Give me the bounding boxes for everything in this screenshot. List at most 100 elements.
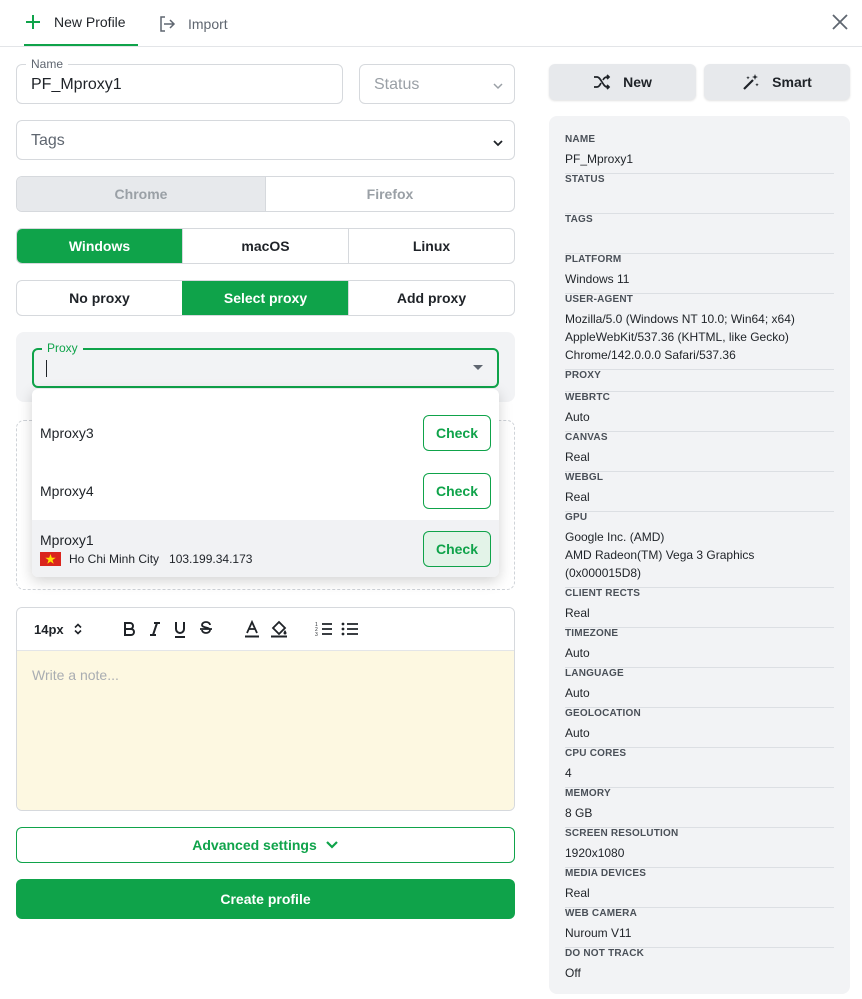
caret-down-icon[interactable] bbox=[473, 365, 483, 370]
strikethrough-icon[interactable] bbox=[198, 620, 214, 638]
note-placeholder: Write a note... bbox=[32, 667, 119, 683]
create-profile-label: Create profile bbox=[220, 891, 311, 907]
underline-icon[interactable] bbox=[172, 620, 188, 638]
import-icon bbox=[158, 15, 176, 33]
smart-button-label: Smart bbox=[772, 74, 812, 90]
summary-row-do-not-track: DO NOT TRACK Off bbox=[565, 948, 834, 988]
summary-key: STATUS bbox=[565, 174, 605, 185]
name-label: Name bbox=[26, 57, 69, 71]
summary-key: PLATFORM bbox=[565, 254, 622, 265]
name-field[interactable]: Name PF_Mproxy1 bbox=[16, 57, 343, 104]
summary-value: Auto bbox=[565, 686, 590, 700]
note-textarea[interactable]: Write a note... bbox=[17, 651, 514, 810]
summary-value: Real bbox=[565, 450, 590, 464]
summary-value: Real bbox=[565, 490, 590, 504]
os-option-macos[interactable]: macOS bbox=[182, 229, 348, 263]
italic-icon[interactable] bbox=[147, 620, 163, 638]
status-placeholder: Status bbox=[374, 76, 420, 93]
summary-key: WEBRTC bbox=[565, 392, 611, 403]
proxy-option-ip: 103.199.34.173 bbox=[169, 552, 253, 566]
tab-import[interactable]: Import bbox=[158, 0, 228, 47]
text-cursor bbox=[46, 360, 47, 377]
font-size-select[interactable]: 14px bbox=[34, 620, 82, 638]
proxy-option-name: Mproxy3 bbox=[40, 425, 94, 441]
summary-key: LANGUAGE bbox=[565, 668, 624, 679]
os-selector: Windows macOS Linux bbox=[16, 228, 515, 264]
highlight-color-icon[interactable] bbox=[269, 620, 289, 638]
top-bar: New Profile Import bbox=[0, 0, 862, 47]
summary-row-tags: TAGS bbox=[565, 214, 834, 254]
check-proxy-button[interactable]: Check bbox=[423, 415, 491, 451]
magic-wand-icon bbox=[743, 74, 759, 90]
summary-value: PF_Mproxy1 bbox=[565, 152, 634, 166]
proxy-option[interactable]: Mproxy1 Ho Chi Minh City 103.199.34.173 … bbox=[32, 520, 499, 577]
tags-select[interactable]: Tags bbox=[16, 120, 515, 160]
text-color-icon[interactable] bbox=[243, 620, 261, 638]
proxy-option[interactable]: Mproxy3 Check bbox=[32, 404, 499, 462]
proxy-option-location: Ho Chi Minh City 103.199.34.173 bbox=[40, 552, 252, 566]
summary-key: PROXY bbox=[565, 370, 602, 381]
summary-key: TIMEZONE bbox=[565, 628, 619, 639]
proxy-mode-select-proxy[interactable]: Select proxy bbox=[182, 281, 348, 315]
tab-new-profile[interactable]: New Profile bbox=[24, 0, 138, 46]
smart-fingerprint-button[interactable]: Smart bbox=[704, 64, 850, 100]
create-profile-button[interactable]: Create profile bbox=[16, 879, 515, 919]
proxy-option-name: Mproxy4 bbox=[40, 483, 94, 499]
summary-row-client-rects: CLIENT RECTS Real bbox=[565, 588, 834, 628]
summary-value: Auto bbox=[565, 726, 590, 740]
summary-value: Google Inc. (AMD) AMD Radeon(TM) Vega 3 … bbox=[565, 530, 755, 580]
bullet-list-icon[interactable] bbox=[341, 620, 359, 638]
summary-key: CLIENT RECTS bbox=[565, 588, 641, 599]
os-option-linux[interactable]: Linux bbox=[348, 229, 514, 263]
summary-value: Windows 11 bbox=[565, 272, 630, 286]
proxy-option-name: Mproxy1 bbox=[40, 532, 94, 548]
tab-new-profile-label: New Profile bbox=[54, 14, 126, 30]
proxy-option[interactable]: Mproxy4 Check bbox=[32, 462, 499, 520]
note-editor: 14px 123 Write a note... bbox=[16, 607, 515, 811]
advanced-settings-button[interactable]: Advanced settings bbox=[16, 827, 515, 863]
proxy-mode-no-proxy[interactable]: No proxy bbox=[17, 281, 182, 315]
summary-row-canvas: CANVAS Real bbox=[565, 432, 834, 472]
summary-value: Auto bbox=[565, 410, 590, 424]
name-value: PF_Mproxy1 bbox=[31, 76, 122, 93]
bold-icon[interactable] bbox=[121, 620, 137, 638]
summary-key: GPU bbox=[565, 512, 588, 523]
status-select[interactable]: Status bbox=[359, 64, 515, 104]
check-proxy-button[interactable]: Check bbox=[423, 531, 491, 567]
advanced-settings-label: Advanced settings bbox=[192, 837, 317, 853]
summary-value: 8 GB bbox=[565, 806, 593, 820]
close-icon[interactable] bbox=[830, 12, 850, 32]
check-proxy-button[interactable]: Check bbox=[423, 473, 491, 509]
summary-value: Nuroum V11 bbox=[565, 926, 632, 940]
summary-row-media-devices: MEDIA DEVICES Real bbox=[565, 868, 834, 908]
summary-row-cpu-cores: CPU CORES 4 bbox=[565, 748, 834, 788]
summary-row-gpu: GPU Google Inc. (AMD) AMD Radeon(TM) Veg… bbox=[565, 512, 834, 588]
summary-row-webrtc: WEBRTC Auto bbox=[565, 392, 834, 432]
summary-value: Off bbox=[565, 966, 581, 980]
new-button-label: New bbox=[623, 74, 652, 90]
new-fingerprint-button[interactable]: New bbox=[549, 64, 696, 100]
proxy-option-city: Ho Chi Minh City bbox=[69, 552, 160, 566]
summary-key: WEBGL bbox=[565, 472, 604, 483]
summary-key: TAGS bbox=[565, 214, 593, 225]
summary-row-web-camera: WEB CAMERA Nuroum V11 bbox=[565, 908, 834, 948]
summary-value: Mozilla/5.0 (Windows NT 10.0; Win64; x64… bbox=[565, 312, 795, 362]
summary-key: CANVAS bbox=[565, 432, 608, 443]
summary-key: USER-AGENT bbox=[565, 294, 634, 305]
proxy-mode-add-proxy[interactable]: Add proxy bbox=[348, 281, 514, 315]
chevron-down-icon bbox=[325, 841, 338, 849]
proxy-dropdown: Mproxy3 Check Mproxy4 Check Mproxy1 Ho C… bbox=[32, 389, 499, 577]
summary-key: MEMORY bbox=[565, 788, 611, 799]
font-size-value: 14px bbox=[34, 621, 64, 637]
summary-key: NAME bbox=[565, 134, 596, 145]
tags-placeholder: Tags bbox=[31, 132, 65, 149]
browser-option-firefox[interactable]: Firefox bbox=[265, 177, 514, 211]
summary-row-screen-resolution: SCREEN RESOLUTION 1920x1080 bbox=[565, 828, 834, 868]
browser-option-chrome[interactable]: Chrome bbox=[17, 177, 265, 211]
ordered-list-icon[interactable]: 123 bbox=[315, 620, 333, 638]
proxy-combobox[interactable]: Proxy bbox=[32, 341, 499, 388]
profile-summary-panel: NAME PF_Mproxy1 STATUS TAGS PLATFORM Win… bbox=[549, 116, 850, 994]
os-option-windows[interactable]: Windows bbox=[17, 229, 182, 263]
proxy-label: Proxy bbox=[42, 341, 83, 355]
sort-arrows-icon bbox=[74, 623, 82, 635]
